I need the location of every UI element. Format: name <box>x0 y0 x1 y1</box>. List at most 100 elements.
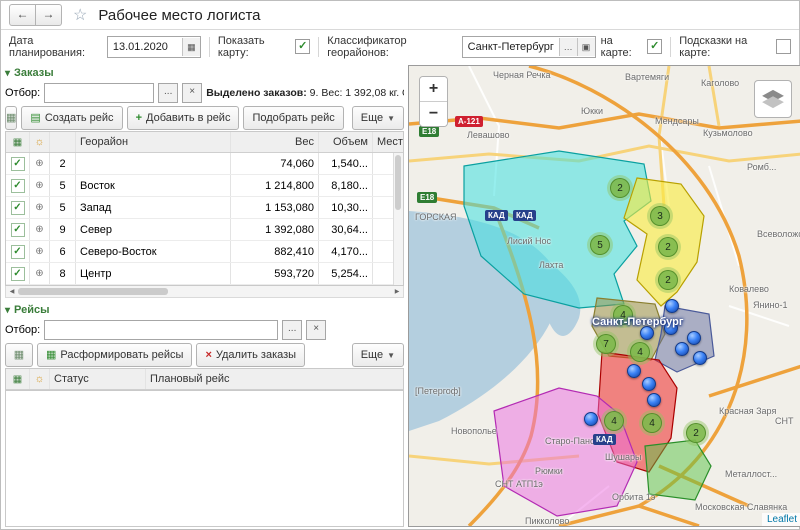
expand-icon[interactable]: ⊕ <box>30 263 50 284</box>
order-pin-marker[interactable] <box>647 393 661 407</box>
table-row[interactable]: ✓⊕274,0601,540... <box>6 153 403 175</box>
cluster-marker[interactable]: 2 <box>607 175 633 201</box>
scrollbar-thumb[interactable] <box>395 155 401 210</box>
expand-icon[interactable]: ⊕ <box>30 175 50 196</box>
expand-icon[interactable]: ⊕ <box>30 153 50 174</box>
routes-table-body[interactable] <box>5 391 404 527</box>
cluster-marker[interactable]: 4 <box>627 339 653 365</box>
select-all-icon[interactable]: ▦ <box>13 137 22 148</box>
row-checkbox[interactable]: ✓ <box>6 175 30 196</box>
date-field[interactable]: 13.01.2020 ▦ <box>107 36 201 58</box>
cluster-marker[interactable]: 2 <box>655 267 681 293</box>
pick-route-button[interactable]: Подобрать рейс <box>243 106 343 130</box>
collapse-chevron-icon: ▾ <box>5 68 10 79</box>
open-icon[interactable]: ▣ <box>577 38 595 56</box>
cluster-marker[interactable]: 4 <box>601 408 627 434</box>
status-column-header[interactable]: Статус <box>50 369 146 389</box>
row-checkbox[interactable]: ✓ <box>6 197 30 218</box>
order-pin-marker[interactable] <box>693 351 707 365</box>
cluster-marker[interactable]: 3 <box>647 203 673 229</box>
order-pin-marker[interactable] <box>665 299 679 313</box>
on-map-checkbox[interactable]: ✓ <box>647 39 662 54</box>
routes-table-header[interactable]: ▦ ☼ Статус Плановый рейс <box>6 369 403 390</box>
show-map-checkbox[interactable]: ✓ <box>295 39 310 54</box>
customize-list-button[interactable]: ▦ <box>5 343 33 367</box>
order-count: 5 <box>50 197 76 218</box>
map-place-label: [Петергоф] <box>415 386 461 396</box>
order-pin-marker[interactable] <box>584 412 598 426</box>
row-checkbox[interactable]: ✓ <box>6 241 30 262</box>
routes-filter-clear-button[interactable]: × <box>306 320 326 340</box>
row-checkbox[interactable]: ✓ <box>6 263 30 284</box>
table-row[interactable]: ✓⊕5Запад1 153,08010,30... <box>6 197 403 219</box>
page-title: Рабочее место логиста <box>98 7 260 24</box>
orders-section-header[interactable]: ▾ Заказы <box>5 65 404 81</box>
routes-more-button[interactable]: Еще▼ <box>352 343 404 367</box>
zoom-in-button[interactable]: + <box>420 77 447 101</box>
row-checkbox[interactable]: ✓ <box>6 153 30 174</box>
map-place-label: Металлост... <box>725 469 777 479</box>
routes-filter-input[interactable] <box>44 320 278 340</box>
cluster-marker[interactable]: 4 <box>639 410 665 436</box>
orders-table-header[interactable]: ▦ ☼ Георайон Вес Объем Мест <box>6 132 403 153</box>
table-row[interactable]: ✓⊕9Север1 392,08030,64... <box>6 219 403 241</box>
classifier-field[interactable]: Санкт-Петербург … ▣ <box>462 36 596 58</box>
disband-routes-button[interactable]: ▦Расформировать рейсы <box>37 343 192 367</box>
expand-icon[interactable]: ⊕ <box>30 197 50 218</box>
scroll-left-icon[interactable]: ◀ <box>6 288 18 295</box>
order-pin-marker[interactable] <box>640 326 654 340</box>
expand-icon[interactable]: ⊕ <box>30 241 50 262</box>
delete-orders-button[interactable]: ×Удалить заказы <box>196 343 305 367</box>
calendar-icon[interactable]: ▦ <box>182 38 200 56</box>
orders-filter-label: Отбор: <box>5 87 40 99</box>
cluster-count: 2 <box>693 428 699 439</box>
favorite-star-icon[interactable]: ☆ <box>73 5 87 25</box>
forward-button[interactable]: → <box>36 4 62 26</box>
order-pin-marker[interactable] <box>642 377 656 391</box>
hints-checkbox[interactable] <box>776 39 791 54</box>
customize-list-button[interactable]: ▦ <box>5 106 17 130</box>
georegion-column-header[interactable]: Георайон <box>76 132 231 152</box>
scrollbar-thumb[interactable] <box>18 288 168 295</box>
orders-vertical-scrollbar[interactable] <box>393 153 403 285</box>
cluster-marker[interactable]: 2 <box>655 234 681 260</box>
volume-value: 4,170... <box>319 241 373 262</box>
table-row[interactable]: ✓⊕6Северо-Восток882,4104,170... <box>6 241 403 263</box>
volume-column-header[interactable]: Объем <box>319 132 373 152</box>
orders-horizontal-scrollbar[interactable]: ◀ ▶ <box>5 286 404 298</box>
count-column-header[interactable] <box>50 132 76 152</box>
volume-value: 10,30... <box>319 197 373 218</box>
row-checkbox[interactable]: ✓ <box>6 219 30 240</box>
cluster-marker[interactable]: 7 <box>593 331 619 357</box>
cluster-marker[interactable]: 5 <box>587 232 613 258</box>
weight-column-header[interactable]: Вес <box>231 132 319 152</box>
routes-filter-row: Отбор: ... × <box>5 318 404 342</box>
map[interactable]: Черная РечкаВартемягиКаголовоМендсарыКуз… <box>408 65 800 527</box>
cluster-marker[interactable]: 2 <box>683 420 709 446</box>
order-pin-marker[interactable] <box>627 364 641 378</box>
weight-value: 1 214,800 <box>231 175 319 196</box>
table-row[interactable]: ✓⊕8Центр593,7205,254... <box>6 263 403 285</box>
weight-value: 1 153,080 <box>231 197 319 218</box>
order-pin-marker[interactable] <box>675 342 689 356</box>
order-pin-marker[interactable] <box>687 331 701 345</box>
orders-filter-clear-button[interactable]: × <box>182 83 202 103</box>
orders-filter-input[interactable] <box>44 83 154 103</box>
planned-route-column-header[interactable]: Плановый рейс <box>146 369 403 389</box>
create-route-button[interactable]: ▤Создать рейс <box>21 106 122 130</box>
routes-section-header[interactable]: ▾ Рейсы <box>5 302 404 318</box>
scroll-right-icon[interactable]: ▶ <box>391 288 403 295</box>
orders-filter-choose-button[interactable]: ... <box>158 83 178 103</box>
map-attribution[interactable]: Leaflet <box>762 513 800 526</box>
back-button[interactable]: ← <box>9 4 36 26</box>
zoom-out-button[interactable]: − <box>420 101 447 126</box>
layers-control[interactable] <box>754 80 792 118</box>
cluster-count: 4 <box>611 416 617 427</box>
routes-filter-choose-button[interactable]: ... <box>282 320 302 340</box>
add-to-route-button[interactable]: +Добавить в рейс <box>127 106 240 130</box>
choose-icon[interactable]: … <box>559 38 577 56</box>
places-column-header[interactable]: Мест <box>373 132 403 152</box>
expand-icon[interactable]: ⊕ <box>30 219 50 240</box>
orders-more-button[interactable]: Еще▼ <box>352 106 404 130</box>
table-row[interactable]: ✓⊕5Восток1 214,8008,180... <box>6 175 403 197</box>
